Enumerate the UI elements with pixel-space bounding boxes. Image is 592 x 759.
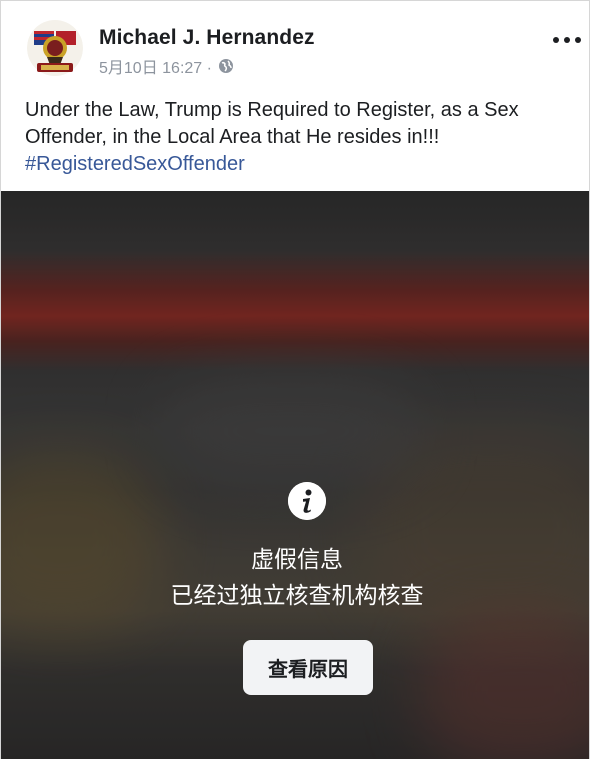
post-text: Under the Law, Trump is Required to Regi… — [25, 97, 570, 178]
false-info-title: 虚假信息 — [251, 546, 343, 572]
more-dots-icon — [575, 37, 581, 43]
globe-icon — [218, 58, 234, 74]
marines-emblem-icon — [27, 20, 83, 76]
more-dots-icon — [564, 37, 570, 43]
see-why-button[interactable]: 查看原因 — [243, 640, 373, 695]
post-meta: 5月10日 16:27 · — [99, 54, 234, 78]
post-header: Michael J. Hernandez 5月10日 16:27 · — [1, 1, 589, 93]
post-timestamp[interactable]: 5月10日 16:27 · — [99, 54, 212, 78]
hashtag-link[interactable]: #RegisteredSexOffender — [25, 151, 570, 178]
post-body: Under the Law, Trump is Required to Regi… — [25, 99, 519, 148]
author-avatar[interactable] — [27, 17, 83, 79]
facebook-post: Michael J. Hernandez 5月10日 16:27 · Under… — [0, 0, 590, 759]
fact-check-subtitle: 已经过独立核查机构核查 — [170, 582, 424, 608]
author-name[interactable]: Michael J. Hernandez — [99, 26, 315, 50]
more-options-button[interactable] — [553, 35, 583, 45]
more-dots-icon — [553, 37, 559, 43]
info-icon — [288, 482, 326, 520]
